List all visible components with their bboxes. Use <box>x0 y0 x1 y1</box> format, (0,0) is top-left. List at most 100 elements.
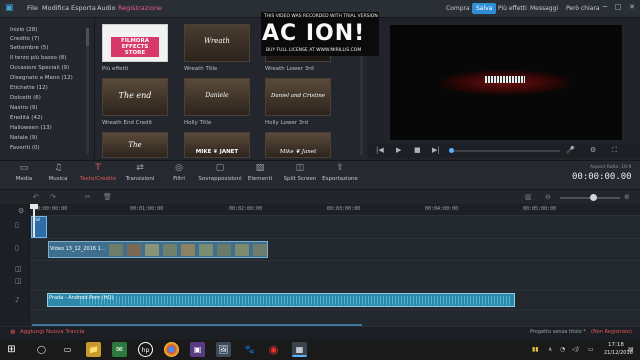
fullscreen-icon[interactable]: ⛶ <box>612 146 617 155</box>
file-explorer-icon[interactable]: 📁 <box>86 342 101 357</box>
paw-app-icon[interactable]: 🐾 <box>242 342 257 357</box>
menu-modifica[interactable]: Modifica <box>42 4 69 12</box>
recorder-icon[interactable]: ◉ <box>266 342 281 357</box>
preview-progress-track[interactable] <box>450 150 560 152</box>
chrome-icon[interactable]: ◉ <box>164 342 179 357</box>
ruler-tick: 00:04:00:00 <box>425 206 459 212</box>
playhead[interactable] <box>33 207 35 237</box>
cortana-icon[interactable]: ◯ <box>34 342 49 357</box>
category-item[interactable]: Credito (7) <box>10 36 39 42</box>
delete-icon[interactable]: 🗑 <box>103 193 112 201</box>
tray-chevron-icon[interactable]: ∧ <box>548 346 552 353</box>
timeline-toolbar <box>0 190 640 204</box>
thumb-the[interactable]: The <box>102 132 168 158</box>
video-frame <box>109 244 123 256</box>
cut-icon[interactable]: ✂ <box>85 193 91 201</box>
category-item[interactable]: Nastro (9) <box>10 105 38 111</box>
menu-file[interactable]: File <box>27 4 38 12</box>
stop-icon[interactable]: ■ <box>414 146 421 154</box>
fit-timeline-icon[interactable]: ▥ <box>525 193 532 201</box>
category-scrollbar[interactable] <box>86 28 89 154</box>
category-item[interactable]: Occasioni Speciali (9) <box>10 65 69 71</box>
messages-button[interactable]: Messaggi <box>526 3 562 14</box>
thumb-mike-janet[interactable]: MIKE ❦ JANET <box>184 132 250 158</box>
category-scrollbar-thumb[interactable] <box>86 28 89 46</box>
hp-icon[interactable]: hp <box>138 342 153 357</box>
thumb-title-text: Mike ❦ Janet <box>279 149 317 155</box>
video-frame <box>253 244 267 256</box>
wifi-icon[interactable]: ◔ <box>560 346 565 353</box>
maximize-icon[interactable]: □ <box>613 3 623 13</box>
text-icon: T <box>95 163 101 173</box>
notifications-icon[interactable]: ▤ <box>628 346 634 353</box>
thumb-effects-store[interactable]: FILMORA EFFECTS STORE <box>102 24 168 62</box>
close-icon[interactable]: ✕ <box>627 3 637 13</box>
ruler-tick: 00:00:00:00 <box>34 206 68 212</box>
thumb-holly-lower3rd[interactable]: Daniel and Cristine <box>265 78 331 116</box>
ruler-tick: 00:05:00:00 <box>523 206 557 212</box>
registration-status[interactable]: (Non Registrato) <box>591 329 632 335</box>
category-item[interactable]: Settembre (5) <box>10 45 48 51</box>
keyboard-icon[interactable]: ▭ <box>588 346 594 353</box>
thumb-title-text: Daniel and Cristine <box>270 93 326 99</box>
skip-back-icon[interactable]: |◀ <box>376 146 384 154</box>
category-item[interactable]: Natale (9) <box>10 135 37 141</box>
filmora-taskbar-icon[interactable]: ▦ <box>292 342 307 357</box>
track-settings-icon[interactable]: ⚙ <box>18 207 24 215</box>
category-item[interactable]: Eredità (42) <box>10 115 43 121</box>
aspect-ratio-label: Aspect Ratio: 16:9 <box>590 165 632 170</box>
windows-start-icon[interactable]: ⊞ <box>4 342 19 357</box>
category-item[interactable]: Disegnato a Mano (12) <box>10 75 73 81</box>
preview-timecode: 00:00:00.00 <box>572 172 632 182</box>
tool-testo-credito[interactable]: T Testo/Credito <box>74 163 122 182</box>
thumb-holly-title[interactable]: Daniele <box>184 78 250 116</box>
photos-icon[interactable]: 🖼 <box>216 342 231 357</box>
thumb-label: Holly Lower 3rd <box>265 120 308 126</box>
category-item[interactable]: Favoriti (0) <box>10 145 40 151</box>
category-item[interactable]: Halloween (13) <box>10 125 52 131</box>
menu-audio[interactable]: Audio <box>97 4 115 12</box>
category-item[interactable]: Il terzo più basso (8) <box>10 55 66 61</box>
thumb-label: Più effetti <box>102 66 129 72</box>
video-frame <box>235 244 249 256</box>
skip-forward-icon[interactable]: ▶| <box>432 146 440 154</box>
zoom-slider-knob[interactable] <box>590 194 597 201</box>
zoom-out-icon[interactable]: ⊖ <box>545 193 551 201</box>
thumb-wreath-end-credit[interactable]: The end <box>102 78 168 116</box>
volume-icon[interactable]: ◁) <box>572 346 579 353</box>
undo-icon[interactable]: ↶ <box>33 193 39 201</box>
thumb-mike-janet-script[interactable]: Mike ❦ Janet <box>265 132 331 158</box>
add-track-button[interactable]: Aggiungi Nuova Traccia <box>20 329 84 335</box>
minimize-icon[interactable]: ─ <box>600 3 610 13</box>
redo-icon[interactable]: ↷ <box>50 193 56 201</box>
thumb-title-text: The end <box>118 91 152 100</box>
tool-esportazione[interactable]: ⇪ Esportazione <box>316 163 364 182</box>
track-divider <box>30 238 640 239</box>
store-icon[interactable]: ✉ <box>112 342 127 357</box>
media-app-icon[interactable]: ▣ <box>190 342 205 357</box>
thumb-wreath-title[interactable]: Wreath <box>184 24 250 62</box>
track-divider <box>30 309 640 310</box>
play-icon[interactable]: ▶ <box>396 146 401 154</box>
tray-icon[interactable]: ▮▮ <box>532 346 539 353</box>
compra-button[interactable]: Compra <box>442 3 474 14</box>
tool-label: Testo/Credito <box>80 176 116 182</box>
menu-esporta[interactable]: Esporta <box>71 4 96 12</box>
category-item[interactable]: Dolcetti (6) <box>10 95 41 101</box>
preview-progress-handle[interactable] <box>449 148 454 153</box>
theme-button[interactable]: Però chiara <box>562 3 604 14</box>
salva-button[interactable]: Salva <box>472 3 497 14</box>
ruler-tick: 00:03:00:00 <box>327 206 361 212</box>
zoom-in-icon[interactable]: ⊕ <box>624 193 630 201</box>
video-track-icon: ▯ <box>15 244 19 252</box>
task-view-icon[interactable]: ▭ <box>60 342 75 357</box>
thumb-title-text: Wreath <box>204 37 230 45</box>
add-track-icon[interactable]: ⊕ <box>10 328 16 336</box>
menu-registrazione[interactable]: Registrazione <box>118 4 162 12</box>
category-item[interactable]: Inizio (28) <box>10 27 37 33</box>
mic-icon[interactable]: 🎤 <box>566 146 575 154</box>
thumb-title-text: MIKE ❦ JANET <box>195 149 239 155</box>
clock-time[interactable]: 17:18 <box>608 342 624 348</box>
settings-icon[interactable]: ⚙ <box>590 146 596 154</box>
category-item[interactable]: Etichette (12) <box>10 85 48 91</box>
